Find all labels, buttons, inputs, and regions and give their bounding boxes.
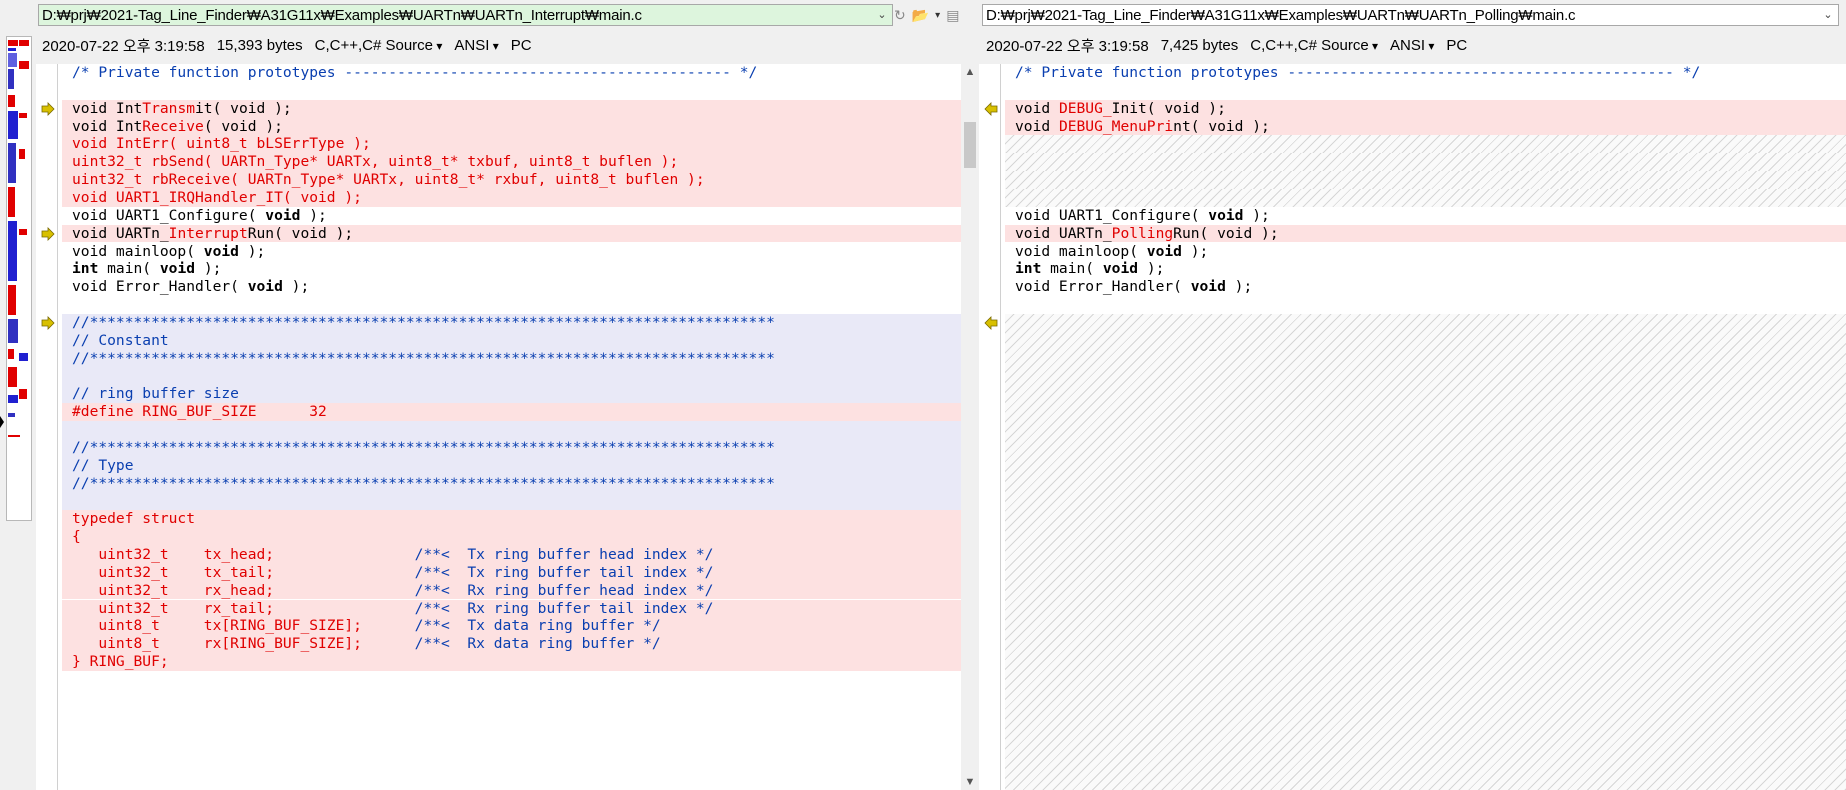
code-line[interactable] (62, 492, 961, 511)
code-line[interactable]: //**************************************… (62, 313, 961, 332)
left-path-combobox[interactable]: D:₩prj₩2021-Tag_Line_Finder₩A31G11x₩Exam… (38, 4, 893, 26)
code-line[interactable]: } RING_BUF; (62, 653, 961, 671)
diff-arrow-right-icon[interactable] (41, 226, 55, 241)
missing-lines-area (1005, 313, 1846, 790)
code-line[interactable]: uint32_t tx_tail; /**< Tx ring buffer ta… (62, 563, 961, 582)
code-line[interactable]: void UARTn_PollingRun( void ); (1005, 224, 1846, 243)
code-line[interactable]: void mainloop( void ); (1005, 243, 1846, 261)
right-gutter (979, 64, 1005, 790)
right-size: 7,425 bytes (1160, 36, 1239, 54)
open-folder-icon[interactable]: 📂 (912, 7, 929, 24)
code-line[interactable] (62, 296, 961, 314)
code-line[interactable]: uint32_t rbReceive( UARTn_Type* UARTx, u… (62, 171, 961, 189)
left-file-pane: D:₩prj₩2021-Tag_Line_Finder₩A31G11x₩Exam… (36, 0, 979, 790)
right-file-pane: D:₩prj₩2021-Tag_Line_Finder₩A31G11x₩Exam… (979, 0, 1846, 790)
code-line[interactable]: void DEBUG_MenuPrint( void ); (1005, 117, 1846, 136)
code-line[interactable] (1005, 153, 1846, 172)
diff-arrow-right-icon[interactable] (41, 101, 55, 116)
left-path-toolbar: ↻ 📂 ▾ ▤ (894, 5, 959, 25)
left-vertical-scrollbar[interactable]: ▲ ▼ (961, 64, 979, 790)
right-file-info: 2020-07-22 오후 3:19:58 7,425 bytes C,C++,… (986, 34, 1467, 56)
overview-position-icon (0, 416, 4, 428)
code-line[interactable]: void UART1_Configure( void ); (1005, 207, 1846, 225)
code-line[interactable] (1005, 188, 1846, 207)
overview-thumbnail[interactable] (6, 36, 32, 521)
code-line[interactable] (1005, 171, 1846, 189)
code-line[interactable]: int main( void ); (1005, 260, 1846, 278)
scroll-thumb[interactable] (964, 122, 976, 168)
left-code-editor[interactable]: /* Private function prototypes ---------… (36, 64, 979, 790)
code-line[interactable]: void IntReceive( void ); (62, 117, 961, 136)
code-line[interactable] (62, 421, 961, 439)
code-line[interactable]: /* Private function prototypes ---------… (62, 64, 961, 82)
code-line[interactable] (62, 671, 961, 689)
code-line[interactable]: //**************************************… (62, 438, 961, 457)
code-line[interactable]: typedef struct (62, 510, 961, 529)
left-encoding-dropdown[interactable]: ANSI (454, 37, 498, 54)
right-code-editor[interactable]: /* Private function prototypes ---------… (979, 64, 1846, 790)
right-code-area[interactable]: /* Private function prototypes ---------… (1005, 64, 1846, 790)
code-line[interactable] (1005, 135, 1846, 154)
left-datetime: 2020-07-22 오후 3:19:58 (42, 37, 205, 55)
code-line[interactable]: /* Private function prototypes ---------… (1005, 64, 1846, 82)
scroll-up-icon[interactable]: ▲ (961, 64, 979, 80)
diff-arrow-left-icon[interactable] (984, 315, 998, 330)
code-line[interactable]: //**************************************… (62, 349, 961, 368)
code-line[interactable]: // Constant (62, 331, 961, 350)
code-line[interactable] (1005, 296, 1846, 314)
left-eol: PC (510, 36, 532, 54)
code-line[interactable]: void IntTransmit( void ); (62, 99, 961, 118)
code-line[interactable]: uint32_t rx_head; /**< Rx ring buffer he… (62, 581, 961, 600)
code-line[interactable]: void UARTn_InterruptRun( void ); (62, 224, 961, 243)
right-datetime: 2020-07-22 오후 3:19:58 (986, 37, 1149, 55)
code-line[interactable]: // Type (62, 456, 961, 475)
right-path-combobox[interactable]: D:₩prj₩2021-Tag_Line_Finder₩A31G11x₩Exam… (982, 4, 1839, 26)
right-eol: PC (1446, 36, 1468, 54)
diff-overview-map[interactable] (0, 28, 36, 790)
scroll-down-icon[interactable]: ▼ (961, 774, 979, 790)
code-line[interactable]: uint8_t rx[RING_BUF_SIZE]; /**< Rx data … (62, 635, 961, 654)
right-filetype-dropdown[interactable]: C,C++,C# Source (1250, 37, 1378, 54)
code-line[interactable]: void UART1_Configure( void ); (62, 207, 961, 225)
code-line[interactable]: void Error_Handler( void ); (62, 278, 961, 296)
code-line[interactable] (62, 82, 961, 100)
code-line[interactable]: void Error_Handler( void ); (1005, 278, 1846, 296)
code-line[interactable]: //**************************************… (62, 474, 961, 493)
code-line[interactable] (62, 367, 961, 386)
code-line[interactable]: uint8_t tx[RING_BUF_SIZE]; /**< Tx data … (62, 617, 961, 636)
code-line[interactable]: void mainloop( void ); (62, 243, 961, 261)
diff-arrow-left-icon[interactable] (984, 101, 998, 116)
code-line[interactable]: uint32_t rx_tail; /**< Rx ring buffer ta… (62, 599, 961, 618)
left-gutter (36, 64, 62, 790)
code-line[interactable]: { (62, 528, 961, 546)
refresh-icon[interactable]: ↻ (894, 7, 906, 24)
left-path-text: D:₩prj₩2021-Tag_Line_Finder₩A31G11x₩Exam… (42, 7, 642, 24)
code-line[interactable]: uint32_t tx_head; /**< Tx ring buffer he… (62, 545, 961, 564)
right-encoding-dropdown[interactable]: ANSI (1390, 37, 1434, 54)
code-line[interactable]: int main( void ); (62, 260, 961, 278)
left-file-info: 2020-07-22 오후 3:19:58 15,393 bytes C,C++… (42, 34, 532, 56)
diff-arrow-right-icon[interactable] (41, 315, 55, 330)
code-line[interactable]: void DEBUG_Init( void ); (1005, 99, 1846, 118)
left-code-area[interactable]: /* Private function prototypes ---------… (62, 64, 961, 790)
code-line[interactable]: void UART1_IRQHandler_IT( void ); (62, 188, 961, 207)
code-line[interactable]: uint32_t rbSend( UARTn_Type* UARTx, uint… (62, 153, 961, 172)
right-path-text: D:₩prj₩2021-Tag_Line_Finder₩A31G11x₩Exam… (986, 7, 1576, 24)
chevron-down-icon[interactable]: ⌄ (1821, 8, 1835, 22)
left-filetype-dropdown[interactable]: C,C++,C# Source (315, 37, 443, 54)
code-line[interactable]: void IntErr( uint8_t bLSErrType ); (62, 135, 961, 154)
code-line[interactable]: // ring buffer size (62, 385, 961, 404)
code-line[interactable] (1005, 82, 1846, 100)
left-size: 15,393 bytes (216, 36, 303, 54)
chevron-down-icon[interactable]: ⌄ (875, 8, 889, 22)
save-icon[interactable]: ▤ (946, 7, 959, 24)
code-line[interactable]: #define RING_BUF_SIZE 32 (62, 403, 961, 421)
open-dropdown-icon[interactable]: ▾ (935, 10, 940, 21)
